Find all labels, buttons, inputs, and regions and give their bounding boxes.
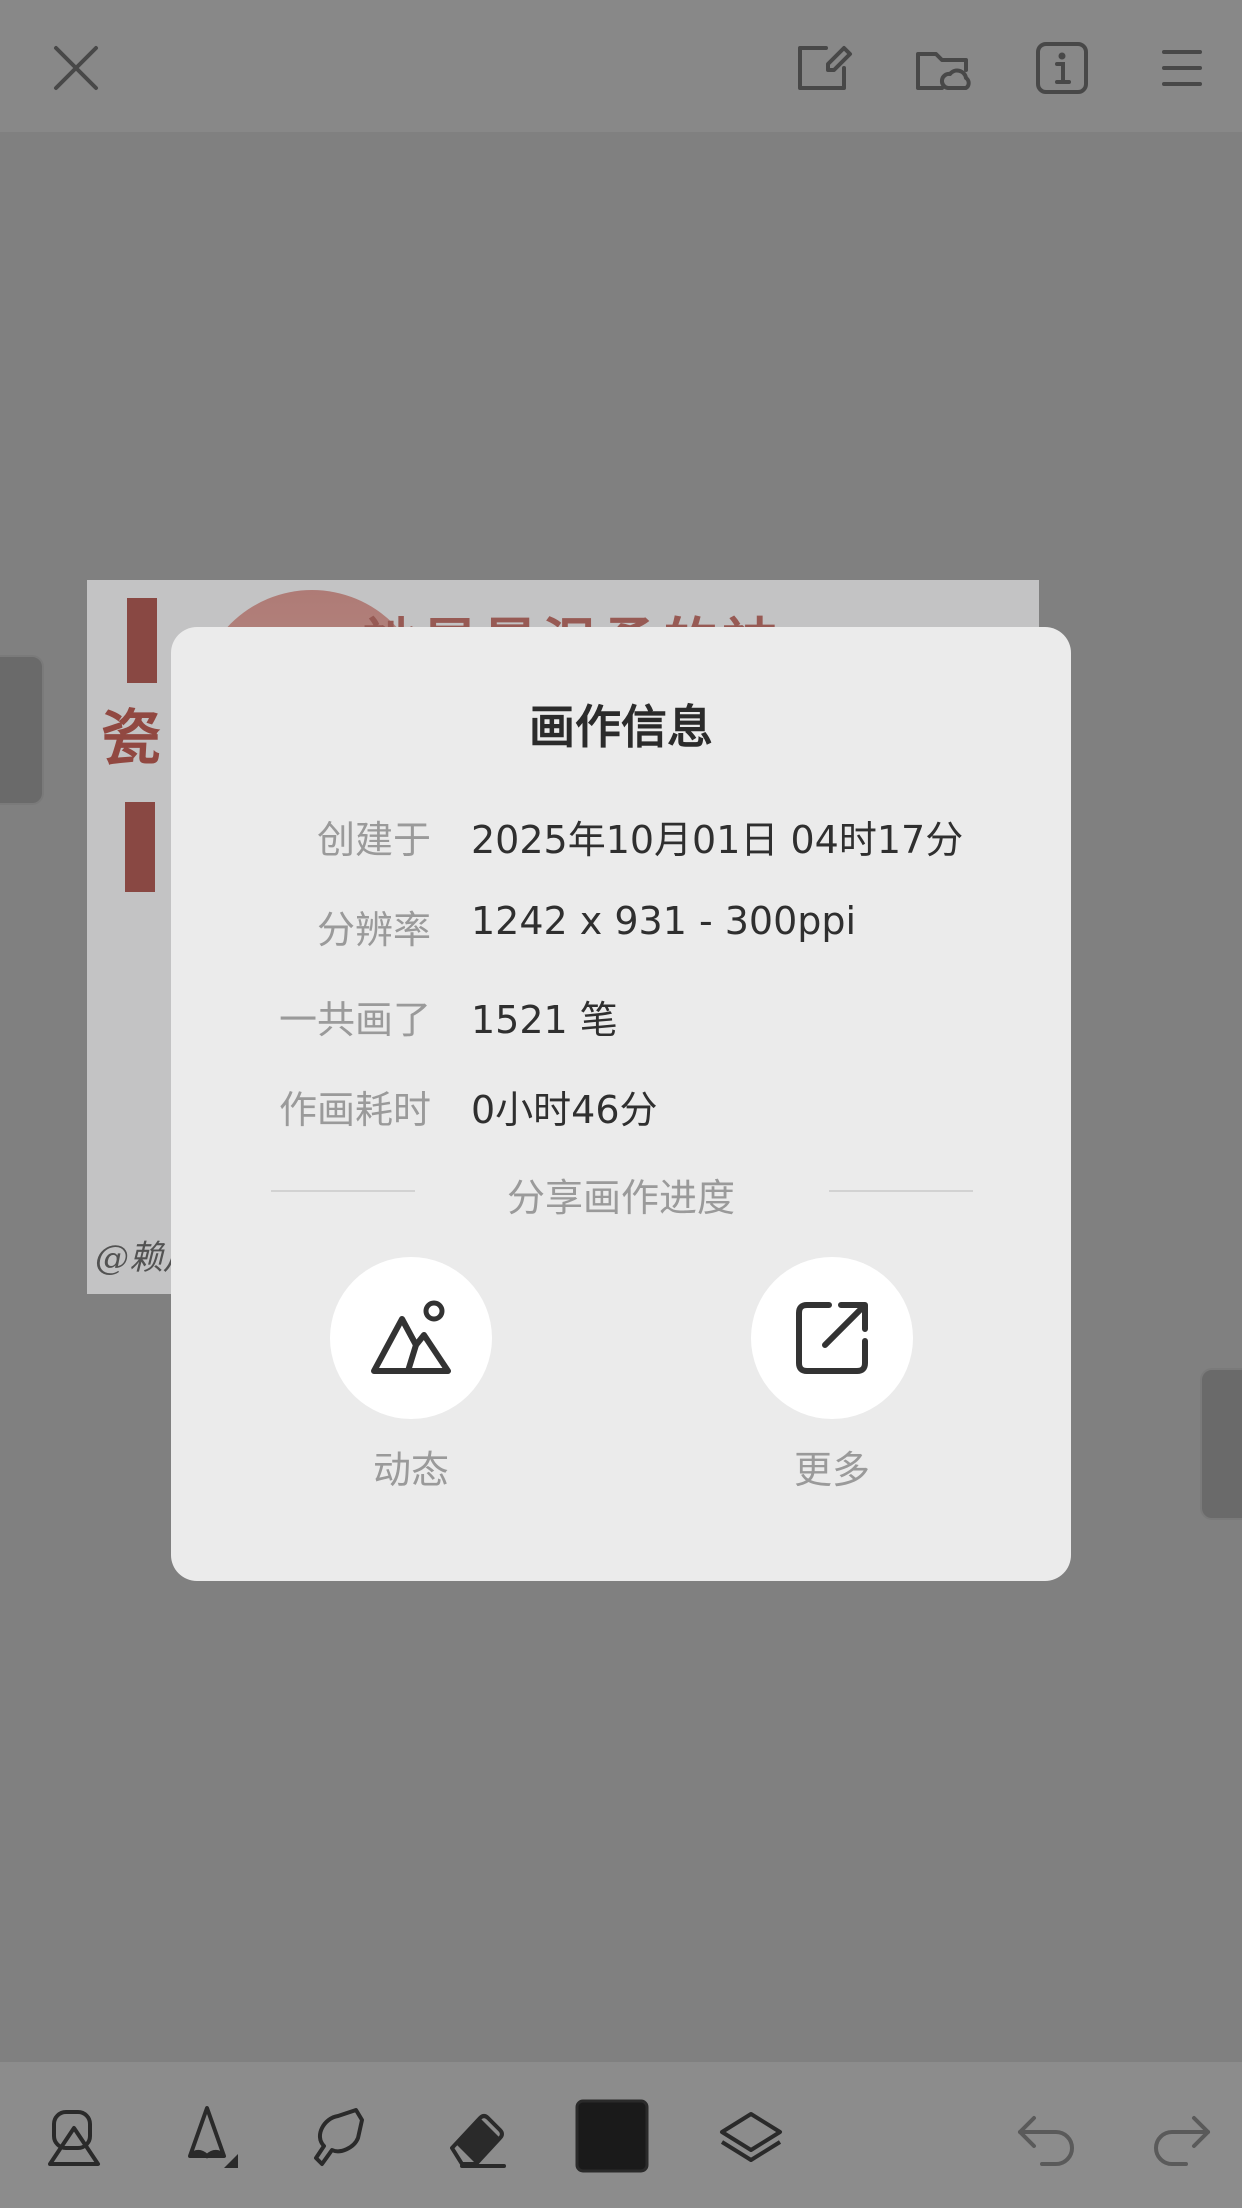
- info-row-created: 创建于 2025年10月01日 04时17分: [171, 809, 1071, 869]
- mountain-image-icon: [371, 1300, 451, 1374]
- info-value: 0小时46分: [471, 1088, 658, 1132]
- info-value: 1521 笔: [471, 998, 618, 1042]
- dialog-title: 画作信息: [529, 700, 713, 754]
- info-label: 一共画了: [278, 998, 431, 1042]
- artwork-info-dialog: 画作信息 创建于 2025年10月01日 04时17分 分辨率 1242 x 9…: [171, 627, 1071, 1581]
- redo-icon[interactable]: [1146, 2102, 1216, 2172]
- bottom-toolbar: [0, 2062, 1242, 2208]
- info-row-strokes: 一共画了 1521 笔: [171, 989, 1071, 1049]
- color-swatch[interactable]: [574, 2098, 650, 2174]
- info-label: 分辨率: [316, 908, 431, 952]
- layers-icon[interactable]: [716, 2102, 786, 2172]
- undo-icon[interactable]: [1012, 2102, 1082, 2172]
- share-more-button[interactable]: [751, 1257, 913, 1419]
- divider-right: [829, 1190, 973, 1192]
- smudge-icon[interactable]: [304, 2102, 374, 2172]
- shapes-icon[interactable]: [40, 2102, 110, 2172]
- share-moments-label[interactable]: 动态: [311, 1439, 511, 1494]
- eraser-icon[interactable]: [440, 2102, 510, 2172]
- share-moments-button[interactable]: [330, 1257, 492, 1419]
- info-value: 1242 x 931 - 300ppi: [471, 899, 857, 943]
- info-label: 作画耗时: [278, 1088, 431, 1132]
- info-label: 创建于: [316, 818, 431, 862]
- external-share-icon: [796, 1302, 868, 1374]
- share-section-title: 分享画作进度: [506, 1176, 735, 1220]
- share-more-label[interactable]: 更多: [732, 1439, 932, 1494]
- info-row-time: 作画耗时 0小时46分: [171, 1079, 1071, 1139]
- info-value: 2025年10月01日 04时17分: [471, 818, 964, 862]
- info-row-resolution: 分辨率 1242 x 931 - 300ppi: [171, 899, 1071, 959]
- pencil-icon[interactable]: [172, 2102, 242, 2172]
